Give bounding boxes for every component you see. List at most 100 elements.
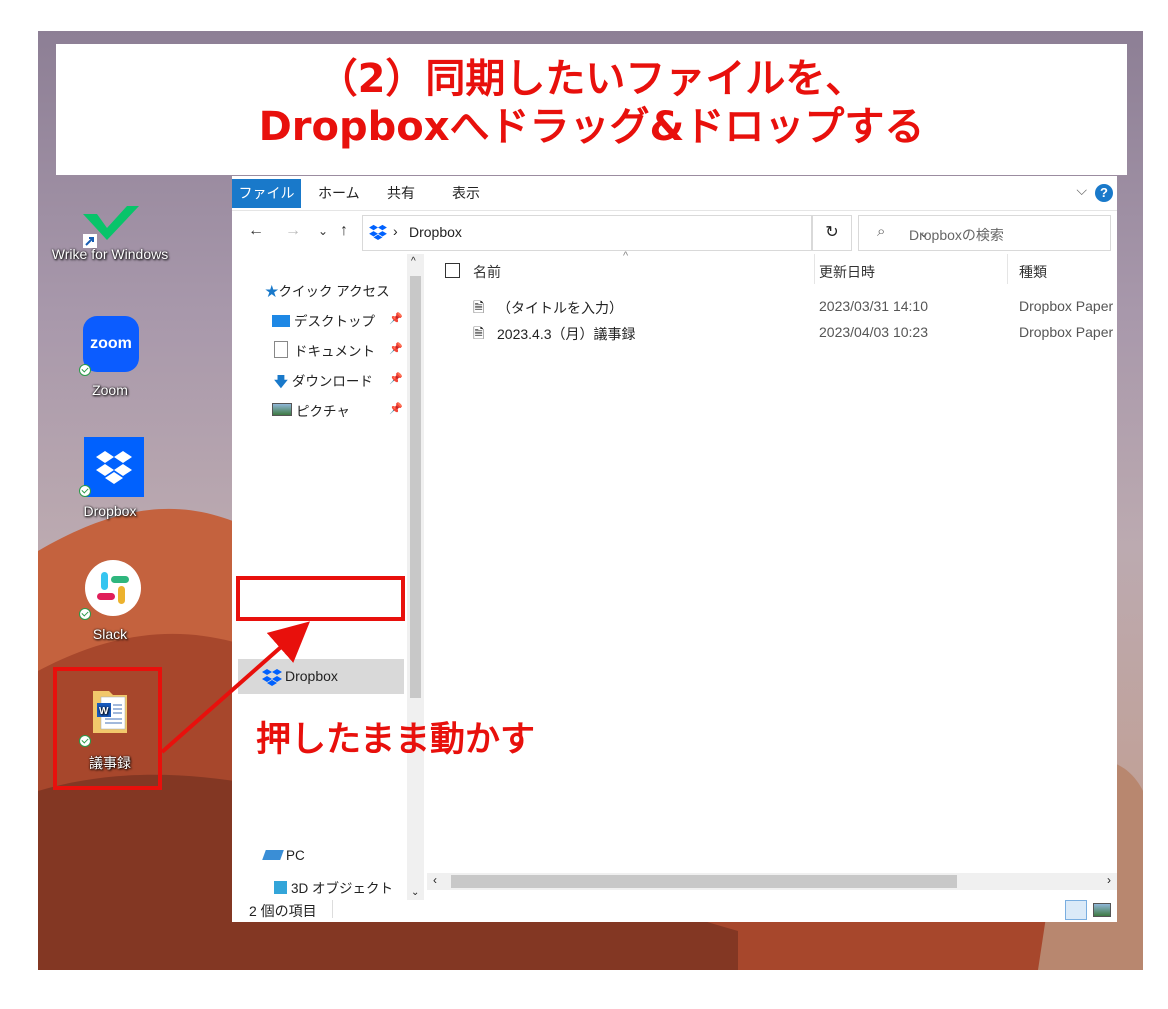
desktop-icon-zoom[interactable]: zoom Zoom <box>45 316 175 398</box>
nav-item-desktop[interactable]: デスクトップ <box>272 310 375 330</box>
nav-item-pictures[interactable]: ピクチャ <box>272 400 350 420</box>
help-icon[interactable]: ? <box>1095 184 1113 202</box>
horizontal-scrollbar[interactable]: ‹ › <box>427 873 1117 890</box>
star-icon: ★ <box>265 284 279 299</box>
dropbox-icon <box>262 669 282 686</box>
banner-line-1: （2）同期したいファイルを、 <box>317 56 866 102</box>
dropbox-icon <box>369 224 387 240</box>
column-header-modified[interactable]: 更新日時 <box>819 262 875 282</box>
pin-icon: 📌 <box>389 403 403 415</box>
desktop-icon-label: Dropbox <box>83 503 137 519</box>
file-row[interactable]: 🗎 （タイトルを入力） 2023/03/31 14:10 Dropbox Pap… <box>427 294 1117 320</box>
nav-scrollbar[interactable]: ^ ⌄ <box>407 254 424 900</box>
search-placeholder: Dropboxの検索 <box>909 227 1004 243</box>
search-icon: ⌕ <box>877 223 886 240</box>
nav-item-label: ダウンロード <box>291 374 373 389</box>
nav-scroll-thumb[interactable] <box>410 276 421 698</box>
dropbox-paper-icon: 🗎 <box>473 299 485 315</box>
tab-file[interactable]: ファイル <box>232 179 301 208</box>
highlight-source-file <box>53 667 162 790</box>
nav-item-label: 3D オブジェクト <box>291 881 394 896</box>
address-bar-row: ← → ⌄ ↑ › Dropbox ⌄ ↻ ⌕ Dropboxの検索 <box>232 212 1117 252</box>
breadcrumb-separator-icon: › <box>393 223 398 239</box>
select-all-checkbox[interactable] <box>445 263 460 278</box>
tab-view[interactable]: 表示 <box>452 183 480 203</box>
pin-icon: 📌 <box>389 313 403 325</box>
desktop-icon-slack[interactable]: Slack <box>45 560 175 642</box>
item-count: 2 個の項目 <box>249 903 317 919</box>
back-arrow-icon[interactable]: ← <box>248 222 264 240</box>
slack-icon <box>79 560 141 622</box>
file-type: Dropbox Paper <box>1019 298 1114 314</box>
desktop-icon-label: Zoom <box>92 382 128 398</box>
download-icon: 🡇 <box>274 374 288 389</box>
forward-arrow-icon[interactable]: → <box>285 222 301 240</box>
file-list: 名前 ^ 更新日時 種類 🗎 （タイトルを入力） 2023/03/31 14:1… <box>427 250 1117 874</box>
ribbon-expand-chevron-icon[interactable]: ⌵ <box>1076 182 1087 199</box>
zoom-icon: zoom <box>79 316 141 378</box>
highlight-dropbox-target <box>236 576 405 621</box>
column-header-name[interactable]: 名前 <box>473 262 501 282</box>
refresh-button[interactable]: ↻ <box>812 215 852 251</box>
file-row[interactable]: 🗎 2023.4.3（月）議事録 2023/04/03 10:23 Dropbo… <box>427 320 1117 346</box>
ribbon-tabs: ファイル ホーム 共有 表示 ⌵ ? <box>232 176 1117 211</box>
desktop-folder-icon <box>272 315 290 327</box>
file-modified: 2023/04/03 10:23 <box>819 324 928 340</box>
nav-item-label: ドキュメント <box>294 344 375 359</box>
tab-share[interactable]: 共有 <box>387 183 415 203</box>
search-input[interactable]: ⌕ Dropboxの検索 <box>858 215 1111 251</box>
file-type: Dropbox Paper <box>1019 324 1114 340</box>
nav-item-downloads[interactable]: 🡇 ダウンロード <box>274 370 373 395</box>
column-divider <box>1007 254 1008 284</box>
status-bar: 2 個の項目 <box>232 898 1117 922</box>
breadcrumb-dropbox[interactable]: Dropbox <box>409 224 462 240</box>
nav-item-dropbox[interactable]: Dropbox <box>238 659 404 694</box>
tab-home[interactable]: ホーム <box>318 183 360 203</box>
file-name: 2023.4.3（月）議事録 <box>497 326 636 342</box>
nav-item-documents[interactable]: ドキュメント <box>274 340 375 360</box>
sync-check-icon <box>79 485 91 497</box>
recent-locations-chevron-icon[interactable]: ⌄ <box>318 224 328 238</box>
nav-item-label: PC <box>286 848 305 863</box>
nav-quick-access[interactable]: ★クイック アクセス <box>265 280 390 300</box>
file-name: （タイトルを入力） <box>497 300 623 316</box>
status-divider <box>332 900 333 918</box>
pc-icon <box>262 850 284 860</box>
sort-ascending-icon: ^ <box>623 250 629 262</box>
large-icons-view-icon[interactable] <box>1093 903 1111 917</box>
nav-quick-access-label: クイック アクセス <box>278 284 390 299</box>
desktop-icon-dropbox[interactable]: Dropbox <box>45 437 175 519</box>
dropbox-icon <box>79 437 144 499</box>
pin-icon: 📌 <box>389 373 403 385</box>
dropbox-paper-icon: 🗎 <box>473 325 485 341</box>
details-view-icon[interactable] <box>1065 900 1087 920</box>
nav-item-3d-objects[interactable]: 3D オブジェクト <box>274 877 393 897</box>
documents-folder-icon <box>274 341 288 358</box>
title-banner: （2）同期したいファイルを、 Dropboxへドラッグ&ドロップする <box>56 44 1127 175</box>
zoom-logo-text: zoom <box>83 316 139 372</box>
scroll-down-icon[interactable]: ⌄ <box>411 887 419 898</box>
nav-item-label: Dropbox <box>285 668 338 684</box>
shortcut-arrow-icon <box>83 234 97 248</box>
scroll-right-icon[interactable]: › <box>1107 873 1111 887</box>
sync-check-icon <box>79 364 91 376</box>
address-bar[interactable]: › Dropbox ⌄ <box>362 215 929 251</box>
pictures-folder-icon <box>272 403 292 416</box>
desktop-icon-wrike[interactable]: Wrike for Windows <box>45 204 175 262</box>
refresh-icon: ↻ <box>825 224 839 241</box>
nav-item-pc[interactable]: PC <box>262 848 305 863</box>
scroll-left-icon[interactable]: ‹ <box>433 873 437 887</box>
desktop-icon-label: Slack <box>92 626 128 642</box>
up-arrow-icon[interactable]: ↑ <box>340 222 348 240</box>
drag-instruction-caption: 押したまま動かす <box>256 720 535 760</box>
horizontal-scroll-thumb[interactable] <box>451 875 957 888</box>
nav-item-label: デスクトップ <box>294 314 375 329</box>
scroll-up-icon[interactable]: ^ <box>411 256 416 267</box>
file-explorer-window: ファイル ホーム 共有 表示 ⌵ ? ← → ⌄ ↑ › Dropbox ⌄ ↻… <box>232 176 1117 922</box>
nav-item-label: ピクチャ <box>296 404 350 419</box>
file-modified: 2023/03/31 14:10 <box>819 298 928 314</box>
wrike-icon <box>79 204 141 266</box>
pin-icon: 📌 <box>389 343 403 355</box>
column-header-type[interactable]: 種類 <box>1019 262 1047 282</box>
column-divider <box>814 254 815 284</box>
